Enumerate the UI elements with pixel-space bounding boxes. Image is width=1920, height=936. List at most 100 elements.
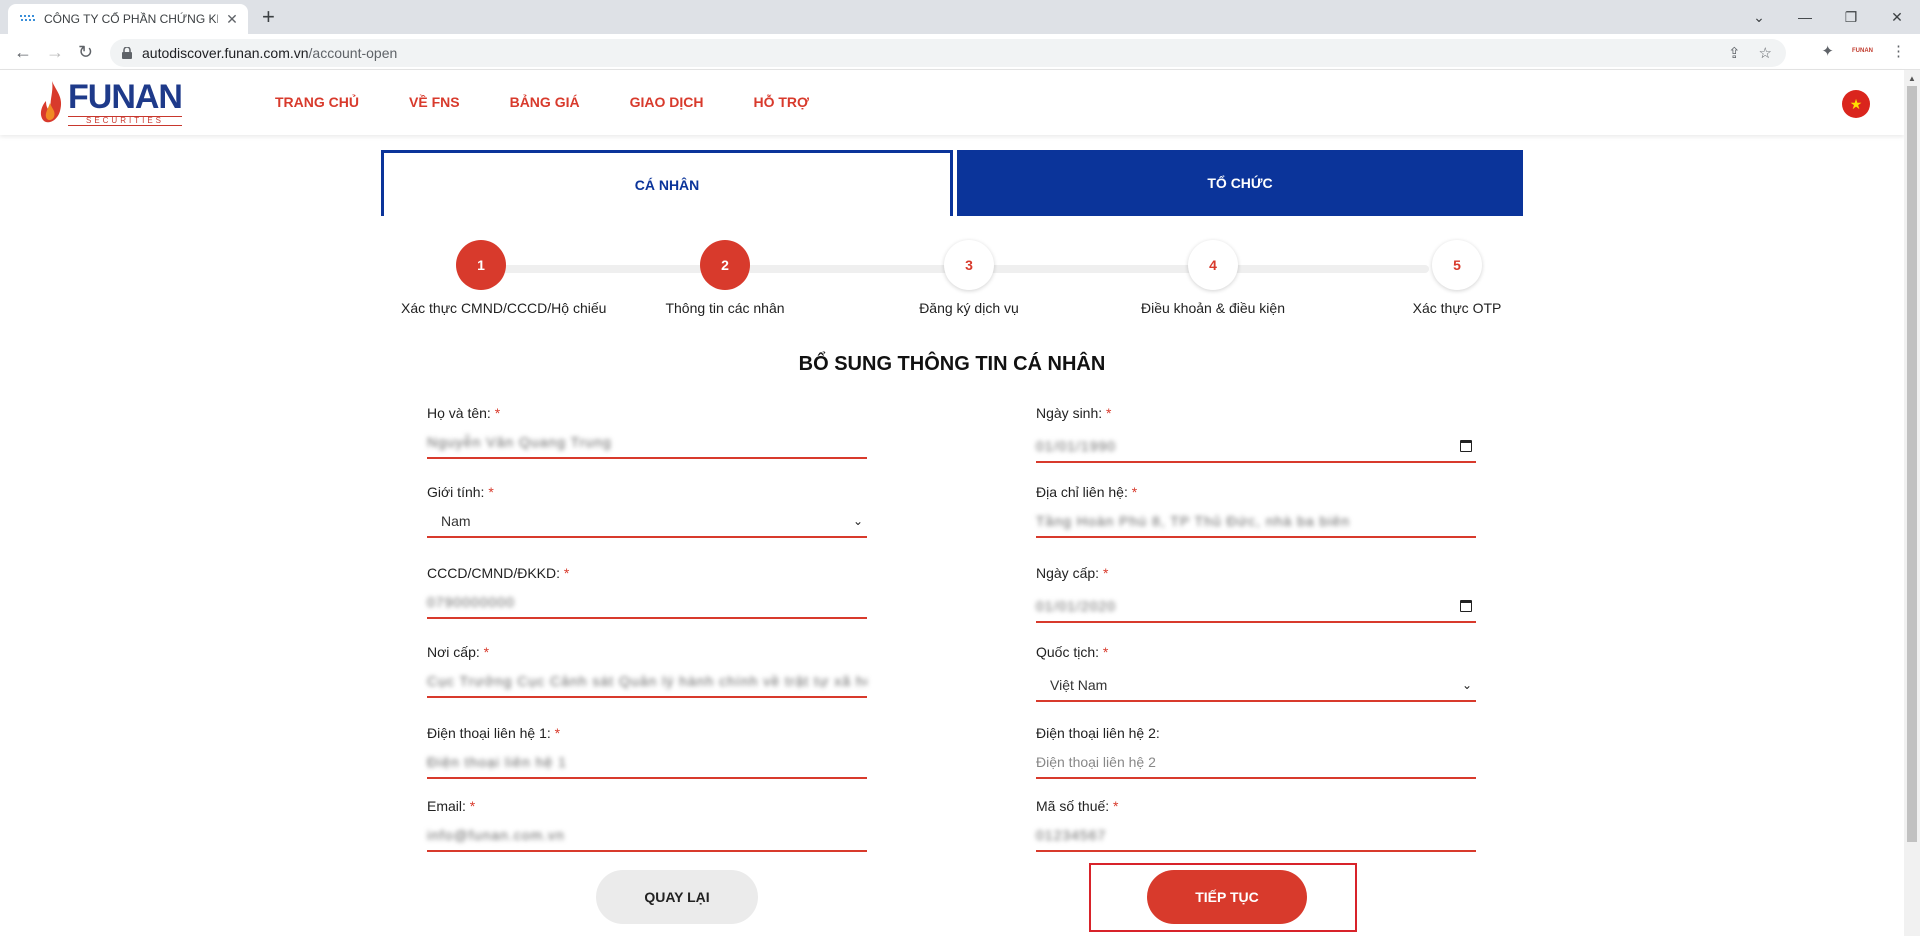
email-field: Email: * info@funan.com.vn (427, 798, 867, 852)
issue-place-input[interactable]: Cục Trưởng Cục Cảnh sát Quản lý hành chí… (427, 666, 867, 698)
main-nav: TRANG CHỦ VỀ FNS BẢNG GIÁ GIAO DỊCH HỖ T… (275, 94, 809, 110)
scroll-up-icon[interactable]: ▲ (1908, 74, 1916, 83)
vietnam-flag-icon[interactable]: ★ (1842, 90, 1870, 118)
form-title: BỔ SUNG THÔNG TIN CÁ NHÂN (798, 353, 1106, 375)
required-mark: * (494, 405, 501, 421)
tab-individual[interactable]: CÁ NHÂN (381, 150, 953, 216)
nav-trading[interactable]: GIAO DỊCH (630, 94, 704, 110)
tax-code-input[interactable]: 01234567 (1036, 820, 1476, 852)
tax-code-label: Mã số thuế: (1036, 798, 1110, 814)
window-controls: ⌄ — ❐ ✕ (1736, 0, 1920, 34)
step-label: Xác thực CMND/CCCD/Hộ chiếu (401, 300, 607, 316)
full-name-input[interactable]: Nguyễn Văn Quang Trung (427, 427, 867, 459)
step-label: Điều khoản & điều kiện (1141, 300, 1285, 316)
required-mark: * (554, 725, 561, 741)
required-mark: * (488, 484, 494, 500)
nationality-select[interactable]: Việt Nam ⌄ (1036, 670, 1476, 702)
step-label: Thông tin các nhân (665, 300, 785, 316)
nav-about[interactable]: VỀ FNS (409, 94, 460, 110)
address-input[interactable]: Tầng Hoàn Phú 8, TP Thủ Đức, nhà ba biên (1036, 506, 1476, 538)
gender-field: Giới tính: * Nam ⌄ (427, 484, 867, 538)
close-window-icon[interactable]: ✕ (1874, 9, 1920, 26)
close-tab-icon[interactable]: ✕ (224, 11, 240, 28)
address-field: Địa chỉ liên hệ: * Tầng Hoàn Phú 8, TP T… (1036, 484, 1476, 538)
reload-icon[interactable]: ↻ (78, 42, 93, 62)
site-favicon-icon (20, 11, 36, 27)
required-mark: * (1102, 644, 1109, 660)
step-5: 5 Xác thực OTP (1377, 240, 1537, 316)
back-button[interactable]: QUAY LẠI (596, 870, 758, 924)
id-number-field: CCCD/CMND/ĐKKD: * 0790000000 (427, 565, 867, 619)
step-2: 2 Thông tin các nhân (645, 240, 805, 316)
bookmark-star-icon[interactable]: ☆ (1759, 44, 1772, 62)
phone1-field: Điện thoại liên hệ 1: * Điện thoại liên … (427, 725, 867, 779)
forward-arrow-icon[interactable]: → (46, 42, 64, 62)
nav-home[interactable]: TRANG CHỦ (275, 94, 359, 110)
page-scrollbar[interactable]: ▲ (1904, 70, 1920, 936)
step-circle: 3 (944, 240, 994, 290)
id-number-input[interactable]: 0790000000 (427, 587, 867, 619)
id-number-label: CCCD/CMND/ĐKKD: (427, 565, 560, 581)
share-icon[interactable]: ⇪ (1728, 44, 1741, 62)
progress-stepper: 1 Xác thực CMND/CCCD/Hộ chiếu 2 Thông ti… (381, 240, 1523, 330)
funan-extension-icon[interactable]: FUNAN (1852, 48, 1873, 54)
scroll-thumb[interactable] (1907, 86, 1917, 842)
issue-place-label: Nơi cấp: (427, 644, 480, 660)
birth-date-field: Ngày sinh: * 01/01/1990 (1036, 405, 1476, 463)
next-button[interactable]: TIẾP TỤC (1147, 870, 1307, 924)
birth-date-input[interactable]: 01/01/1990 (1036, 431, 1476, 463)
email-input[interactable]: info@funan.com.vn (427, 820, 867, 852)
logo-subtitle: SECURITIES (68, 116, 182, 126)
url-omnibox[interactable]: autodiscover.funan.com.vn/account-open ⇪… (110, 39, 1786, 67)
chevron-down-icon: ⌄ (852, 514, 863, 528)
url-text: autodiscover.funan.com.vn/account-open (142, 45, 398, 61)
nationality-label: Quốc tịch: (1036, 644, 1100, 660)
issue-date-field: Ngày cấp: * 01/01/2020 (1036, 565, 1476, 623)
browser-tab[interactable]: CÔNG TY CỔ PHẦN CHỨNG KHO ✕ (8, 4, 248, 34)
full-name-label: Họ và tên: (427, 405, 491, 421)
step-circle: 2 (700, 240, 750, 290)
back-arrow-icon[interactable]: ← (14, 42, 32, 62)
extensions-puzzle-icon[interactable]: ✦ (1821, 42, 1834, 60)
browser-tabbar: CÔNG TY CỔ PHẦN CHỨNG KHO ✕ + ⌄ — ❐ ✕ (0, 0, 1920, 34)
full-name-field: Họ và tên: * Nguyễn Văn Quang Trung (427, 405, 867, 459)
funan-logo[interactable]: FUNAN SECURITIES (38, 80, 183, 126)
browser-menu-icon[interactable]: ⋮ (1891, 42, 1906, 60)
calendar-icon[interactable] (1460, 440, 1472, 452)
gender-select[interactable]: Nam ⌄ (427, 506, 867, 538)
required-mark: * (563, 565, 570, 581)
nationality-field: Quốc tịch: * Việt Nam ⌄ (1036, 644, 1476, 702)
required-mark: * (1131, 484, 1138, 500)
issue-date-input[interactable]: 01/01/2020 (1036, 591, 1476, 623)
tab-organization[interactable]: TỔ CHỨC (957, 150, 1523, 216)
address-label: Địa chỉ liên hệ: (1036, 484, 1128, 500)
phone2-label: Điện thoại liên hệ 2: (1036, 725, 1160, 741)
step-circle: 5 (1432, 240, 1482, 290)
gender-label: Giới tính: (427, 484, 485, 500)
restore-icon[interactable]: ❐ (1828, 9, 1874, 26)
minimize-icon[interactable]: — (1782, 9, 1828, 25)
birth-date-label: Ngày sinh: (1036, 405, 1103, 421)
issue-place-field: Nơi cấp: * Cục Trưởng Cục Cảnh sát Quản … (427, 644, 867, 698)
tab-title: CÔNG TY CỔ PHẦN CHỨNG KHO (44, 12, 218, 26)
step-circle: 4 (1188, 240, 1238, 290)
phone2-input[interactable]: Điện thoại liên hệ 2 (1036, 747, 1476, 779)
step-1: 1 Xác thực CMND/CCCD/Hộ chiếu (401, 240, 607, 316)
nav-price-board[interactable]: BẢNG GIÁ (510, 94, 580, 110)
step-circle: 1 (456, 240, 506, 290)
required-mark: * (1106, 405, 1112, 421)
calendar-icon[interactable] (1460, 600, 1472, 612)
step-4: 4 Điều khoản & điều kiện (1133, 240, 1293, 316)
account-type-tabs: CÁ NHÂN TỔ CHỨC (381, 150, 1523, 216)
required-mark: * (1113, 798, 1119, 814)
required-mark: * (1102, 565, 1109, 581)
phone1-input[interactable]: Điện thoại liên hệ 1 (427, 747, 867, 779)
new-tab-icon[interactable]: + (262, 6, 275, 28)
address-bar: ← → ↻ autodiscover.funan.com.vn/account-… (0, 34, 1920, 70)
nav-support[interactable]: HỖ TRỢ (753, 94, 809, 110)
phone1-label: Điện thoại liên hệ 1: (427, 725, 551, 741)
required-mark: * (469, 798, 476, 814)
site-header: FUNAN SECURITIES TRANG CHỦ VỀ FNS BẢNG G… (0, 70, 1904, 135)
step-label: Đăng ký dịch vụ (919, 300, 1019, 316)
tab-search-icon[interactable]: ⌄ (1736, 9, 1782, 26)
